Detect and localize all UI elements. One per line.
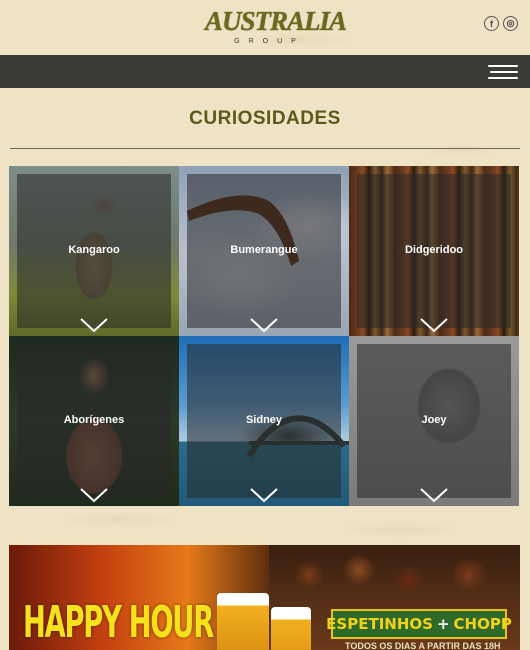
tile-label: Bumerangue — [230, 244, 298, 256]
promo-right: CHOPP — [453, 615, 512, 633]
beer-glass-image — [217, 593, 269, 650]
tile-label: Didgeridoo — [404, 244, 464, 256]
happy-hour-banner[interactable]: HAPPY HOUR ESPETINHOS + CHOPP TODOS OS D… — [9, 545, 520, 650]
curiosities-grid: Kangaroo Bumerangue Didgeridoo Aborígene… — [9, 166, 519, 506]
section-divider — [10, 148, 520, 149]
section-title: CURIOSIDADES — [189, 108, 341, 129]
tile-bumerangue[interactable]: Bumerangue — [179, 166, 349, 336]
facebook-icon[interactable]: f — [484, 16, 499, 31]
tile-aborigenes[interactable]: Aborígenes — [9, 336, 179, 506]
chevron-down-icon[interactable] — [249, 317, 279, 333]
tile-label: Kangaroo — [68, 244, 120, 256]
chevron-down-icon[interactable] — [419, 487, 449, 503]
beer-glass-image — [271, 607, 311, 650]
tile-label: Sidney — [245, 414, 283, 426]
chevron-down-icon[interactable] — [79, 487, 109, 503]
navbar — [0, 55, 530, 88]
instagram-icon[interactable]: ◎ — [503, 16, 518, 31]
tile-label: Aborígenes — [63, 414, 125, 426]
tile-kangaroo[interactable]: Kangaroo — [9, 166, 179, 336]
promo-badge: ESPETINHOS + CHOPP — [326, 609, 512, 639]
tile-label: Joey — [421, 414, 447, 426]
banner-subtext: TODOS OS DIAS A PARTIR DAS 18H — [345, 641, 501, 650]
logo-wordmark: AUSTRALIA — [205, 6, 347, 36]
tile-joey[interactable]: Joey — [349, 336, 519, 506]
promo-plus: + — [436, 615, 450, 633]
tile-sidney[interactable]: Sidney — [179, 336, 349, 506]
banner-headline: HAPPY HOUR — [23, 597, 214, 648]
social-links: f ◎ — [484, 16, 518, 31]
chevron-down-icon[interactable] — [419, 317, 449, 333]
tile-didgeridoo[interactable]: Didgeridoo — [349, 166, 519, 336]
chevron-down-icon[interactable] — [249, 487, 279, 503]
hamburger-icon[interactable] — [488, 65, 518, 79]
site-header: AUSTRALIA GROUP f ◎ — [0, 0, 530, 55]
promo-left: ESPETINHOS — [326, 615, 433, 633]
site-logo[interactable]: AUSTRALIA GROUP — [205, 6, 347, 50]
chevron-down-icon[interactable] — [79, 317, 109, 333]
logo-subtitle: GROUP — [234, 38, 305, 45]
